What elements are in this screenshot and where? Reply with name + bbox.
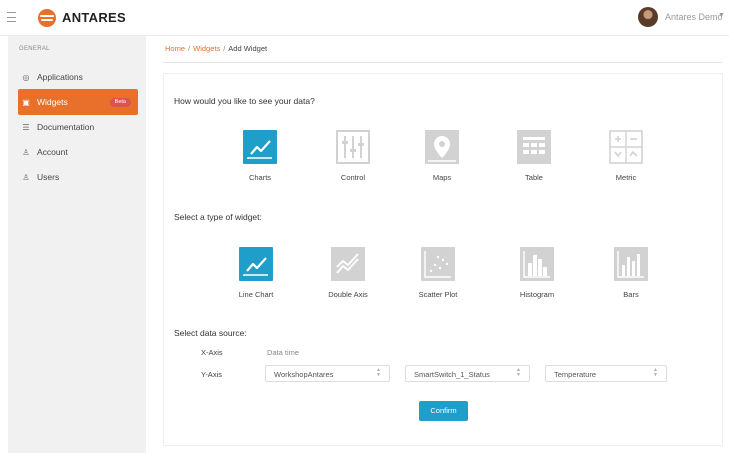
option-table[interactable]: Table <box>512 130 556 182</box>
brand-name: ANTARES <box>62 10 126 25</box>
sidebar-item-label: Users <box>37 172 60 182</box>
metric-icon <box>609 130 643 164</box>
sidebar-item-account[interactable]: ♙ Account <box>18 139 138 165</box>
table-icon <box>517 130 551 164</box>
option-maps[interactable]: Maps <box>420 130 464 182</box>
documentation-icon: ☰ <box>22 122 30 132</box>
data-view-question: How would you like to see your data? <box>174 96 315 106</box>
sidebar: GENERAL ◎ Applications ▣ Widgets Beta ☰ … <box>8 36 146 453</box>
breadcrumb: Home / Widgets / Add Widget <box>165 44 268 53</box>
option-label: Table <box>525 173 543 182</box>
breadcrumb-current: Add Widget <box>228 44 268 53</box>
device-select-value: SmartSwitch_1_Status <box>414 370 490 379</box>
avatar[interactable] <box>638 7 658 27</box>
account-icon: ♙ <box>22 147 30 157</box>
widget-histogram[interactable]: Histogram <box>515 247 559 299</box>
menu-icon[interactable] <box>7 12 16 22</box>
option-metric[interactable]: Metric <box>604 130 648 182</box>
select-arrows-icon: ▲ ▼ <box>653 367 658 378</box>
applications-icon: ◎ <box>22 72 30 82</box>
sidebar-heading: GENERAL <box>19 46 50 52</box>
line-chart-icon <box>243 130 277 164</box>
breadcrumb-widgets[interactable]: Widgets <box>193 44 220 53</box>
sidebar-item-label: Widgets <box>37 97 68 107</box>
caret-down-icon[interactable]: ▼ <box>718 12 725 19</box>
field-select[interactable]: Temperature ▲ ▼ <box>545 365 667 382</box>
breadcrumb-home[interactable]: Home <box>165 44 185 53</box>
sidebar-item-label: Applications <box>37 72 83 82</box>
widget-bars[interactable]: Bars <box>609 247 653 299</box>
option-label: Scatter Plot <box>418 290 458 299</box>
scatter-plot-icon <box>421 247 455 281</box>
antares-logo-icon <box>38 9 56 27</box>
device-select[interactable]: SmartSwitch_1_Status ▲ ▼ <box>405 365 530 382</box>
x-axis-value: Data time <box>267 348 300 357</box>
option-control[interactable]: Control <box>331 130 375 182</box>
sliders-icon <box>336 130 370 164</box>
option-label: Double Axis <box>328 290 368 299</box>
application-select-value: WorkshopAntares <box>274 370 334 379</box>
double-axis-icon <box>331 247 365 281</box>
widget-type-question: Select a type of widget: <box>174 212 262 222</box>
x-axis-label: X-Axis <box>201 348 223 357</box>
widget-double-axis[interactable]: Double Axis <box>326 247 370 299</box>
sidebar-item-users[interactable]: ♙ Users <box>18 164 138 190</box>
confirm-button[interactable]: Confirm <box>419 401 468 421</box>
sidebar-item-label: Account <box>37 147 68 157</box>
option-label: Bars <box>623 290 639 299</box>
widget-line-chart[interactable]: Line Chart <box>234 247 278 299</box>
option-label: Charts <box>248 173 272 182</box>
map-pin-icon <box>425 130 459 164</box>
users-icon: ♙ <box>22 172 30 182</box>
option-label: Maps <box>432 173 452 182</box>
widget-scatter-plot[interactable]: Scatter Plot <box>416 247 460 299</box>
sidebar-item-applications[interactable]: ◎ Applications <box>18 64 138 90</box>
sidebar-item-label: Documentation <box>37 122 95 132</box>
bars-icon <box>614 247 648 281</box>
sidebar-item-widgets[interactable]: ▣ Widgets Beta <box>18 89 138 115</box>
field-select-value: Temperature <box>554 370 597 379</box>
data-source-question: Select data source: <box>174 328 247 338</box>
line-chart-icon <box>239 247 273 281</box>
option-charts[interactable]: Charts <box>238 130 282 182</box>
y-axis-label: Y-Axis <box>201 370 222 379</box>
beta-badge: Beta <box>109 98 131 107</box>
widgets-icon: ▣ <box>22 97 30 107</box>
histogram-icon <box>520 247 554 281</box>
option-label: Line Chart <box>238 290 274 299</box>
top-bar: ANTARES Antares Demo ▼ <box>0 0 729 36</box>
application-select[interactable]: WorkshopAntares ▲ ▼ <box>265 365 390 382</box>
option-label: Metric <box>615 173 637 182</box>
select-arrows-icon: ▲ ▼ <box>376 367 381 378</box>
divider <box>163 62 722 63</box>
option-label: Control <box>340 173 366 182</box>
sidebar-item-documentation[interactable]: ☰ Documentation <box>18 114 138 140</box>
select-arrows-icon: ▲ ▼ <box>516 367 521 378</box>
option-label: Histogram <box>519 290 555 299</box>
user-menu[interactable]: Antares Demo <box>665 12 723 22</box>
